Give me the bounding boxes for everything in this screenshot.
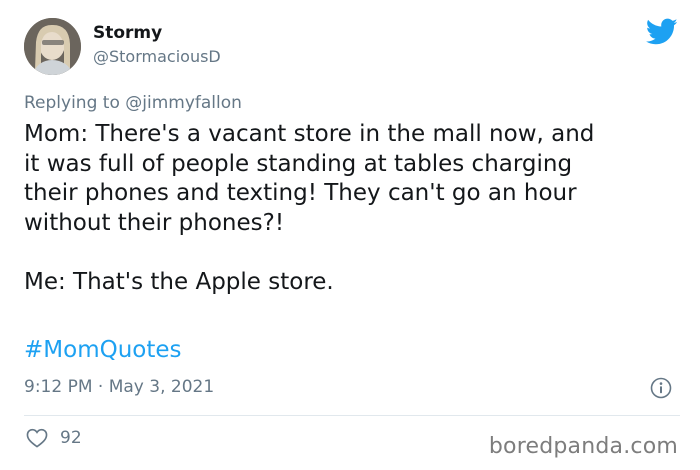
info-icon[interactable] xyxy=(650,377,672,399)
avatar[interactable] xyxy=(24,18,81,75)
watermark: boredpanda.com xyxy=(488,434,678,459)
tweet-text: Mom: There's a vacant store in the mall … xyxy=(24,121,595,295)
twitter-bird-icon[interactable] xyxy=(646,18,678,46)
divider xyxy=(24,415,680,416)
hashtag-link[interactable]: #MomQuotes xyxy=(24,337,182,363)
reply-context: Replying to @jimmyfallon xyxy=(24,93,242,113)
heart-icon[interactable] xyxy=(26,428,48,448)
author-handle[interactable]: @StormaciousD xyxy=(93,47,221,66)
author-display-name[interactable]: Stormy xyxy=(93,23,162,43)
reply-mention-link[interactable]: @jimmyfallon xyxy=(125,93,242,113)
tweet-timestamp[interactable]: 9:12 PM · May 3, 2021 xyxy=(24,377,214,397)
like-action[interactable]: 92 xyxy=(26,428,82,448)
reply-prefix: Replying to xyxy=(24,93,120,113)
like-count: 92 xyxy=(60,428,82,448)
